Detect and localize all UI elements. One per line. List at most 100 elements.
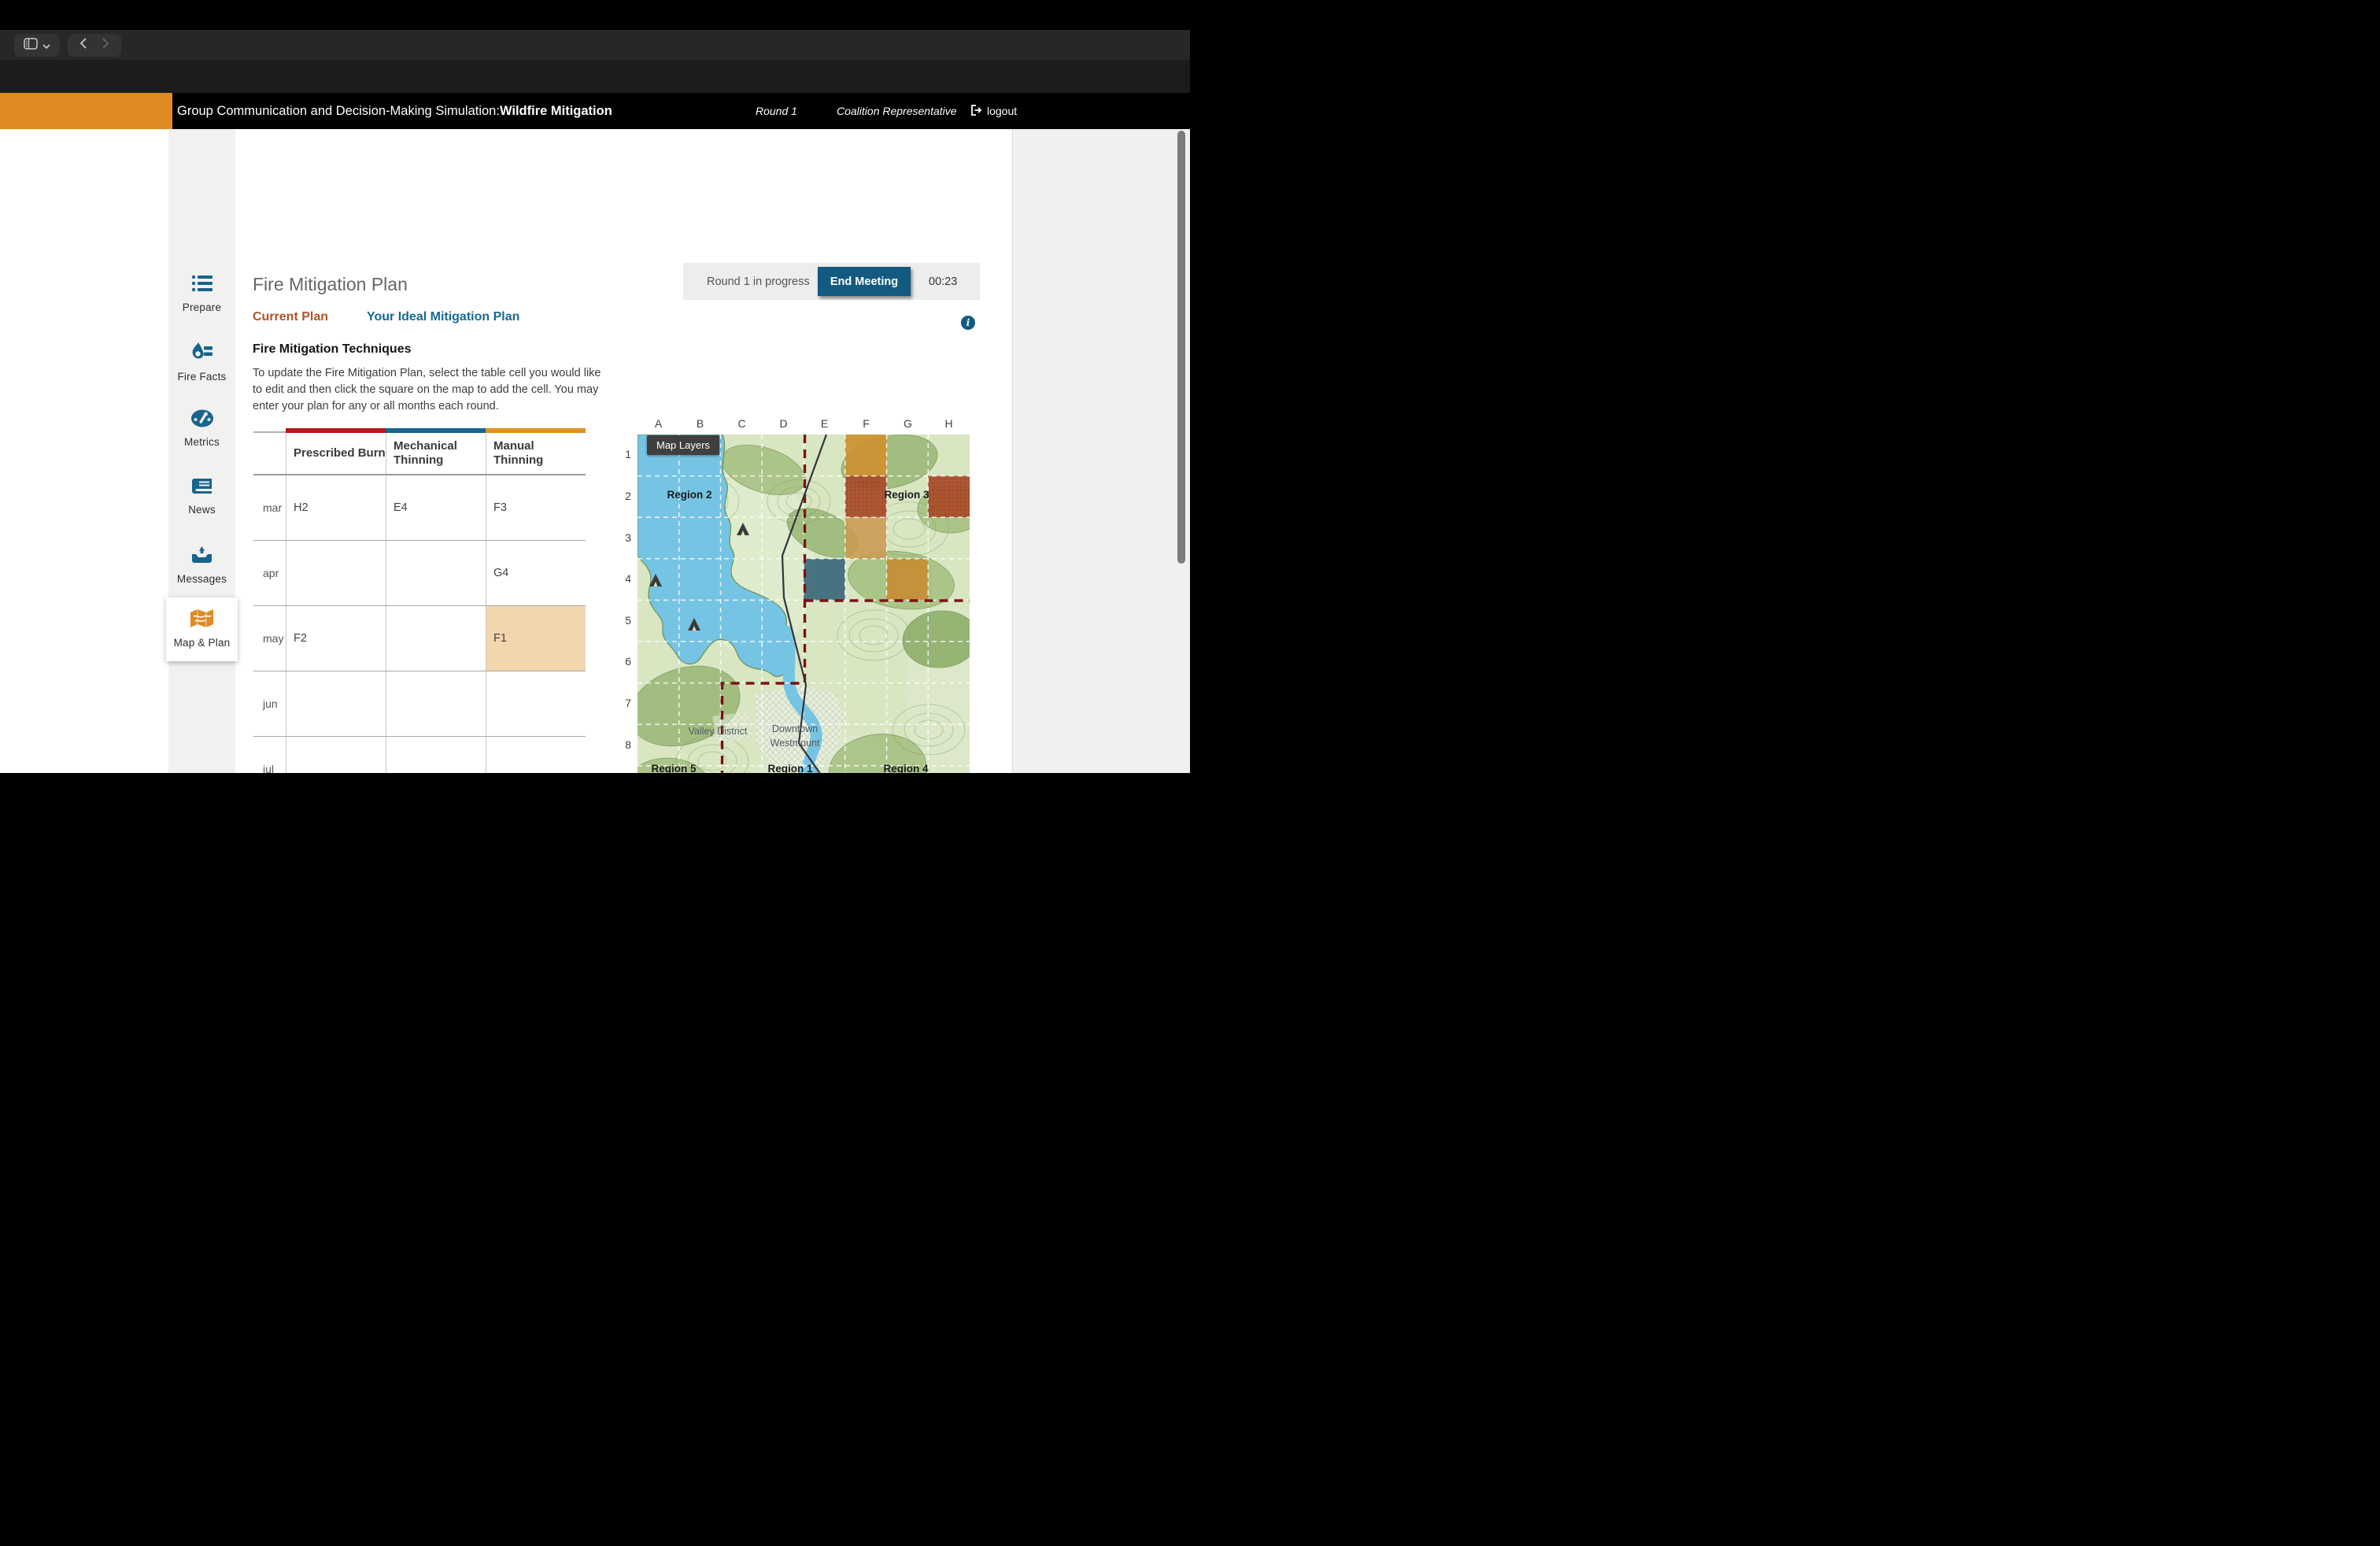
table-row: apr G4 xyxy=(253,541,586,606)
map-row-label: 2 xyxy=(612,490,631,502)
metrics-icon xyxy=(190,409,214,431)
region-label: Region 4 xyxy=(883,763,928,773)
region-label: Region 3 xyxy=(884,489,929,501)
plan-cell[interactable] xyxy=(486,737,586,773)
app-header: Group Communication and Decision-Making … xyxy=(0,93,1190,129)
sidebar-label: Map & Plan xyxy=(166,637,238,649)
map-layers-button[interactable]: Map Layers xyxy=(647,435,719,455)
map-row-label: 4 xyxy=(612,572,631,585)
table-header-row: Prescribed Burn Mechanical Thinning Manu… xyxy=(253,433,586,475)
menubar xyxy=(0,0,1190,30)
logout-label: logout xyxy=(987,105,1017,117)
overlay-cell-G4[interactable] xyxy=(887,559,929,601)
mitigation-table: Prescribed Burn Mechanical Thinning Manu… xyxy=(253,428,586,773)
scrollbar[interactable] xyxy=(1177,131,1185,564)
messages-icon xyxy=(190,545,213,566)
plan-cell[interactable] xyxy=(286,671,386,736)
overlay-cell-F1[interactable] xyxy=(845,435,887,476)
instructions-text: To update the Fire Mitigation Plan, sele… xyxy=(253,365,608,415)
map-column-label: B xyxy=(692,417,708,430)
plan-cell[interactable] xyxy=(286,737,386,773)
map-column-label: G xyxy=(900,417,916,430)
sidebar: Prepare Fire Facts Metrics News xyxy=(168,129,235,773)
map-column-label: H xyxy=(941,417,957,430)
browser-toolbar: forio.com xyxy=(0,30,1190,60)
role-indicator: Coalition Representative xyxy=(837,93,957,129)
plan-cell[interactable]: F3 xyxy=(486,475,586,540)
meeting-status-bar: Round 1 in progress End Meeting 00:23 xyxy=(683,263,980,300)
timer-text: 00:23 xyxy=(929,276,957,288)
prepare-icon xyxy=(191,274,213,295)
region-label: Region 1 xyxy=(767,763,812,773)
screen: forio.com N xyxy=(0,0,1190,773)
app-title-bold: Wildfire Mitigation xyxy=(500,104,612,119)
tab-ideal-plan[interactable]: Your Ideal Mitigation Plan xyxy=(367,310,519,324)
sidebar-label: Messages xyxy=(168,573,235,585)
info-icon[interactable]: i xyxy=(961,316,975,330)
page-title: Fire Mitigation Plan xyxy=(253,274,408,295)
plan-cell[interactable]: F2 xyxy=(286,606,386,671)
secondary-panel xyxy=(1012,129,1190,773)
sidebar-item-metrics[interactable]: Metrics xyxy=(168,409,235,448)
app-title: Group Communication and Decision-Making … xyxy=(177,93,612,129)
region-label: Region 2 xyxy=(667,489,711,501)
plan-cell[interactable]: H2 xyxy=(286,475,386,540)
round-indicator: Round 1 xyxy=(756,93,797,129)
header-accent-block xyxy=(0,93,172,129)
sidebar-item-messages[interactable]: Messages xyxy=(168,545,235,585)
map-column-label: E xyxy=(816,417,833,430)
news-icon xyxy=(190,477,213,498)
sidebar-item-fire-facts[interactable]: Fire Facts xyxy=(168,342,235,383)
overlay-cell-F3[interactable] xyxy=(845,517,887,559)
month-label: mar xyxy=(253,475,286,540)
map-row-label: 6 xyxy=(612,655,631,668)
plan-cell[interactable] xyxy=(486,671,586,736)
district-label: Downtown xyxy=(772,723,818,734)
map-plan-icon xyxy=(190,608,214,630)
map-row-label: 1 xyxy=(612,448,631,460)
tab-strip: N (9+) Website Pages Content | Website S… xyxy=(0,60,1190,93)
sidebar-item-news[interactable]: News xyxy=(168,477,235,516)
map-canvas: Region 2 Region 3 Region 5 Region 1 Regi… xyxy=(638,435,970,773)
app-title-prefix: Group Communication and Decision-Making … xyxy=(177,104,500,119)
district-label: Valley District xyxy=(689,726,748,737)
map-column-label: A xyxy=(650,417,667,430)
logout-icon xyxy=(970,104,982,119)
plan-cell-selected[interactable]: F1 xyxy=(486,606,586,671)
map-row-label: 3 xyxy=(612,531,631,544)
district-label: Westmount xyxy=(771,738,821,749)
plan-cell[interactable] xyxy=(386,737,486,773)
page-content: Prepare Fire Facts Metrics News xyxy=(0,129,1190,773)
plan-cell[interactable] xyxy=(386,671,486,736)
table-row: jul xyxy=(253,737,586,773)
sidebar-item-map-plan[interactable]: Map & Plan xyxy=(166,597,238,661)
table-row: jun xyxy=(253,671,586,737)
sidebar-label: Fire Facts xyxy=(168,371,235,383)
sidebar-toggle-icon xyxy=(24,38,38,54)
region-label: Region 5 xyxy=(651,763,696,773)
map-row-label: 7 xyxy=(612,697,631,709)
column-header: Manual Thinning xyxy=(486,433,586,474)
column-header: Mechanical Thinning xyxy=(386,433,486,474)
plan-cell[interactable] xyxy=(386,606,486,671)
planning-map[interactable]: Region 2 Region 3 Region 5 Region 1 Regi… xyxy=(638,435,970,773)
table-row: may F2 F1 xyxy=(253,606,586,671)
plan-cell[interactable] xyxy=(286,541,386,605)
plan-cell[interactable] xyxy=(386,541,486,605)
nav-buttons xyxy=(68,34,121,57)
plan-cell[interactable]: E4 xyxy=(386,475,486,540)
tab-current-plan[interactable]: Current Plan xyxy=(253,310,328,324)
overlay-cell-E4[interactable] xyxy=(804,559,845,601)
plan-cell[interactable]: G4 xyxy=(486,541,586,605)
sidebar-item-prepare[interactable]: Prepare xyxy=(168,274,235,313)
back-icon[interactable] xyxy=(79,38,87,53)
forward-icon[interactable] xyxy=(102,38,109,53)
table-row: mar H2 E4 F3 xyxy=(253,475,586,541)
logout-button[interactable]: logout xyxy=(970,93,1017,129)
sidebar-label: News xyxy=(168,504,235,516)
end-meeting-button[interactable]: End Meeting xyxy=(818,267,911,296)
sidebar-label: Metrics xyxy=(168,436,235,448)
map-column-label: F xyxy=(858,417,874,430)
month-label: jul xyxy=(253,737,286,773)
sidebar-toggle-button[interactable] xyxy=(14,34,60,57)
